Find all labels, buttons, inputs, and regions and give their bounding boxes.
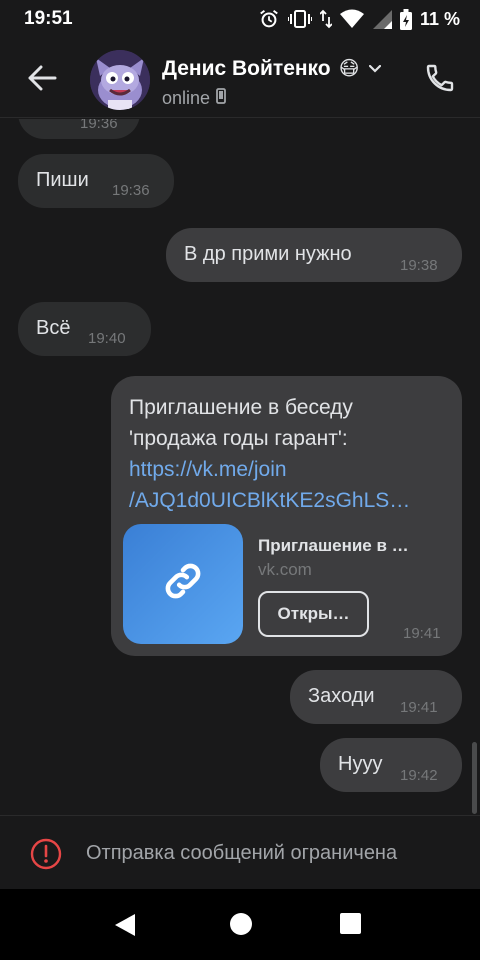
message-time: 19:36 (80, 119, 118, 132)
nav-recents-button[interactable] (340, 913, 361, 934)
link-chain-icon (160, 558, 206, 610)
status-icons: 11 % (258, 8, 460, 30)
message-bubble-out[interactable]: Нууу 19:42 (320, 738, 462, 792)
message-time: 19:40 (88, 330, 126, 347)
message-text: Пиши (36, 169, 89, 191)
restriction-message: Отправка сообщений ограничена (86, 842, 398, 864)
message-bubble-in[interactable]: Всё 19:40 (18, 302, 151, 356)
contact-status: online (162, 88, 211, 108)
message-time: 19:38 (400, 257, 438, 274)
message-bubble-out[interactable]: Заходи 19:41 (290, 670, 462, 724)
mobile-phone-icon (216, 88, 226, 109)
nav-home-button[interactable] (230, 913, 252, 935)
link-preview-title: Приглашение в … (258, 536, 409, 555)
back-button[interactable] (20, 58, 64, 102)
arrow-left-icon (27, 65, 57, 96)
message-bubble-out[interactable]: В др прими нужно 19:38 (166, 228, 462, 282)
status-bar: 19:51 11 % (0, 0, 480, 38)
alert-circle-icon (30, 838, 62, 875)
vibrate-icon (287, 9, 312, 29)
scrollbar[interactable] (472, 742, 477, 814)
message-text: Нууу (338, 753, 383, 775)
invite-message-bubble[interactable]: Приглашение в беседу 'продажа годы гаран… (111, 376, 462, 656)
open-link-button[interactable]: Откры… (258, 591, 369, 637)
message-text: В др прими нужно (184, 243, 352, 265)
invite-link[interactable]: https://vk.me/join (129, 454, 447, 485)
nav-back-button[interactable] (114, 913, 136, 942)
data-arrows-icon (319, 9, 332, 29)
message-bubble-in[interactable]: Пиши 19:36 (18, 154, 174, 208)
avatar[interactable] (90, 50, 150, 110)
message-bubble-in[interactable]: Ок 19:36 (18, 119, 140, 139)
contact-name: Денис Войтенко (162, 56, 331, 80)
battery-percent: 11 % (419, 8, 460, 29)
system-navigation-bar (0, 889, 480, 960)
signal-icon (372, 9, 392, 29)
chevron-down-icon (369, 60, 382, 78)
alarm-icon (258, 8, 280, 30)
status-time: 19:51 (24, 8, 73, 29)
invite-text-line: Приглашение в беседу (129, 396, 353, 419)
battery-charging-icon (399, 8, 412, 30)
wifi-icon (339, 9, 364, 29)
link-preview-thumbnail[interactable] (123, 524, 243, 644)
link-preview-domain: vk.com (258, 560, 312, 579)
invite-message-text: Приглашение в беседу 'продажа годы гаран… (129, 392, 449, 516)
invite-link[interactable]: /AJQ1d0UICBlKtKE2sGhLS… (129, 485, 447, 516)
call-button[interactable] (418, 58, 462, 102)
messaging-restricted-bar: Отправка сообщений ограничена (0, 815, 480, 889)
phone-icon (424, 62, 456, 99)
message-time: 19:36 (112, 182, 150, 199)
message-text: Заходи (308, 685, 375, 707)
message-text: Всё (36, 317, 71, 339)
message-time: 19:42 (400, 767, 438, 784)
contact-name-row[interactable]: Денис Войтенко 😷 (162, 56, 382, 81)
message-list[interactable]: Ок 19:36 Пиши 19:36 В др прими нужно 19:… (0, 119, 480, 815)
message-text: Ок (38, 119, 62, 123)
message-time: 19:41 (403, 625, 441, 642)
contact-status-row: online (162, 88, 226, 109)
chat-header: Денис Войтенко 😷 online (0, 38, 480, 118)
mask-emoji: 😷 (338, 58, 360, 80)
message-time: 19:41 (400, 699, 438, 716)
invite-text-line: 'продажа годы гарант': (129, 427, 348, 450)
